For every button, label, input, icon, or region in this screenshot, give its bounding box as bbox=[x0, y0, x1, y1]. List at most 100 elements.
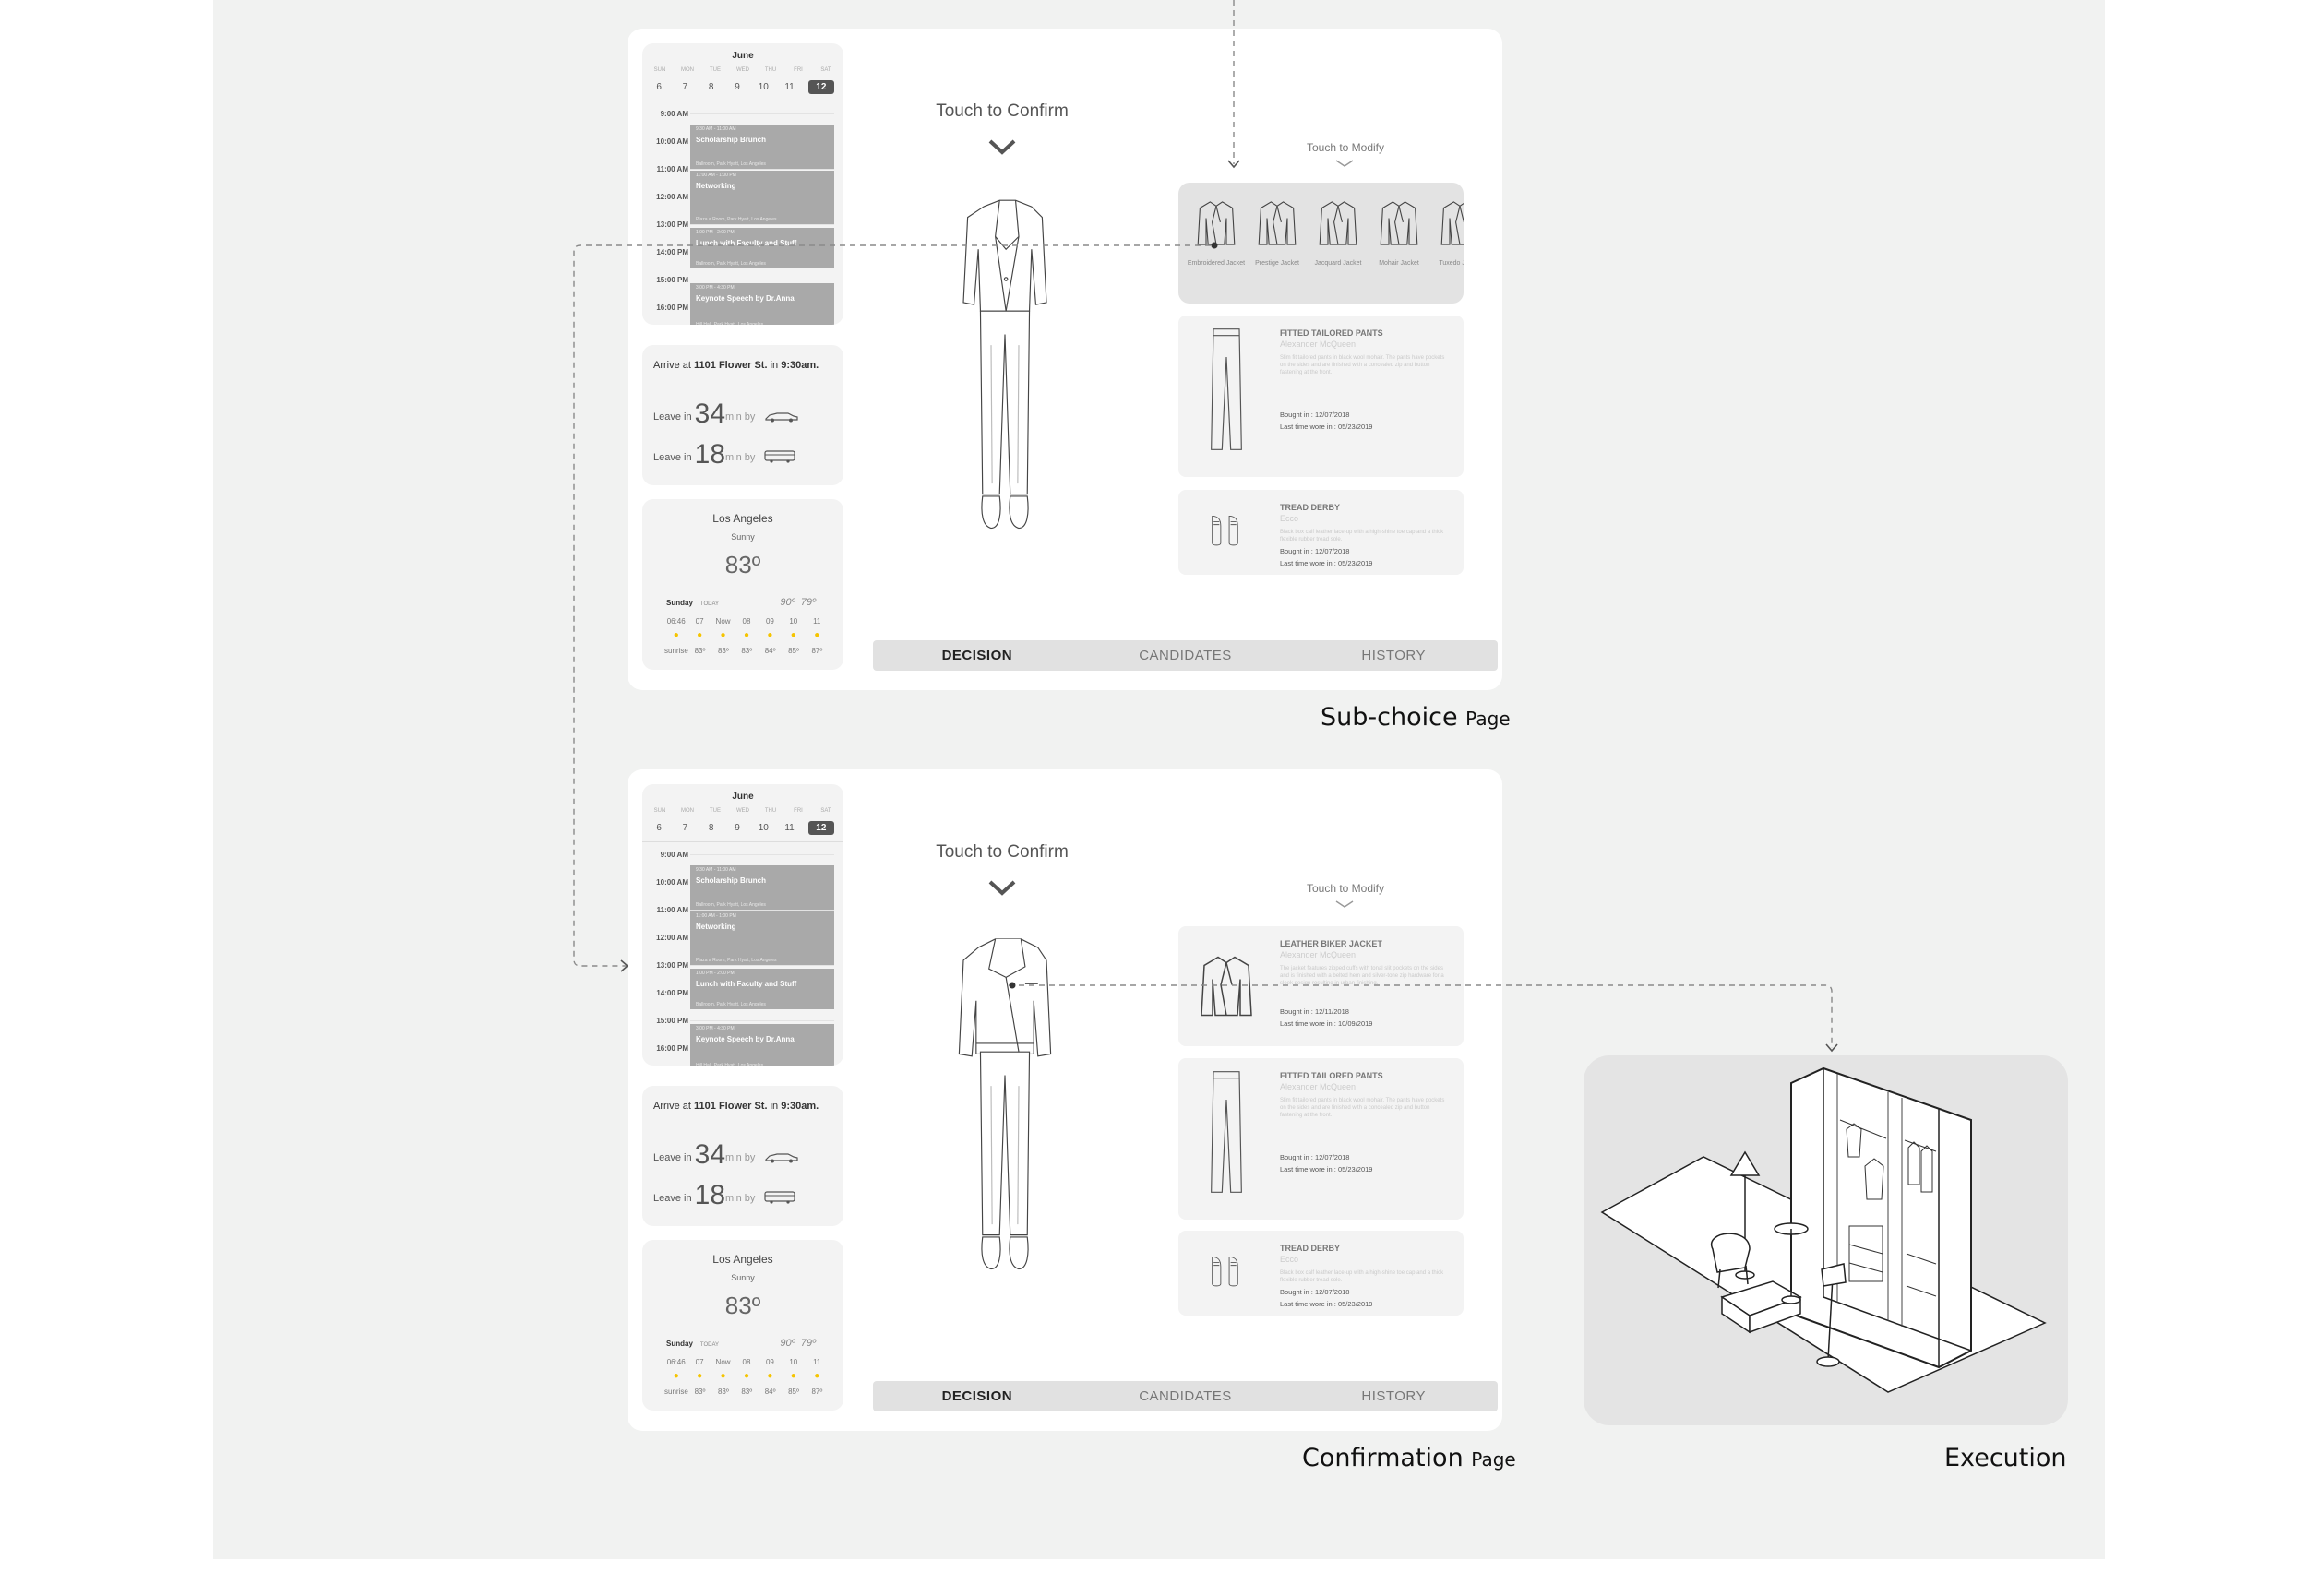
candidate-jacket[interactable]: Tuxedo Jacket bbox=[1429, 197, 1464, 268]
event-title: Networking bbox=[696, 182, 736, 190]
calendar-event[interactable]: 1:00 PM - 2:00 PM Lunch with Faculty and… bbox=[690, 969, 834, 1009]
weekday-label: MON bbox=[681, 808, 694, 814]
garment-card[interactable]: TREAD DERBY Ecco Black box calf leather … bbox=[1178, 1231, 1464, 1316]
time-label: 14:00 PM bbox=[656, 248, 688, 256]
tab-decision[interactable]: DECISION bbox=[873, 1388, 1082, 1404]
candidate-jacket[interactable]: Jacquard Jacket bbox=[1308, 197, 1369, 268]
weekday-label: THU bbox=[764, 67, 777, 73]
calendar-event[interactable]: 9:30 AM - 11:00 AM Scholarship Brunch Ba… bbox=[690, 125, 834, 169]
calendar-day[interactable]: 7 bbox=[672, 80, 698, 94]
weather-high-low: 90º 79º bbox=[780, 597, 816, 608]
time-label: 11:00 AM bbox=[656, 165, 688, 173]
calendar-day[interactable]: 6 bbox=[646, 821, 672, 835]
tab-decision[interactable]: DECISION bbox=[873, 648, 1082, 663]
candidate-jacket[interactable]: Mohair Jacket bbox=[1369, 197, 1429, 268]
weather-panel[interactable]: Los Angeles Sunny 83º Sunday TODAY 90º 79… bbox=[642, 1240, 843, 1411]
garment-title: FITTED TAILORED PANTS bbox=[1280, 328, 1383, 338]
time-gridline bbox=[690, 910, 834, 911]
event-time: 1:00 PM - 2:00 PM bbox=[696, 971, 735, 976]
garment-brand: Alexander McQueen bbox=[1280, 950, 1357, 959]
event-time: 9:30 AM - 11:00 AM bbox=[696, 126, 736, 132]
calendar-day[interactable]: 11 bbox=[776, 821, 802, 835]
calendar-event[interactable]: 3:00 PM - 4:30 PM Keynote Speech by Dr.A… bbox=[690, 283, 834, 325]
calendar-event[interactable]: 11:00 AM - 1:00 PM Networking Plaza a Ro… bbox=[690, 911, 834, 965]
calendar-day[interactable]: 8 bbox=[699, 821, 724, 835]
event-title: Lunch with Faculty and Stuff bbox=[696, 980, 797, 988]
calendar-day[interactable]: 11 bbox=[776, 80, 802, 94]
calendar-event[interactable]: 9:30 AM - 11:00 AM Scholarship Brunch Ba… bbox=[690, 865, 834, 910]
garment-card[interactable]: LEATHER BIKER JACKET Alexander McQueen T… bbox=[1178, 926, 1464, 1046]
touch-to-confirm-label: Touch to Confirm bbox=[936, 842, 1069, 862]
calendar-event[interactable]: 1:00 PM - 2:00 PM Lunch with Faculty and… bbox=[690, 228, 834, 268]
event-time: 11:00 AM - 1:00 PM bbox=[696, 173, 736, 178]
chevron-down-icon bbox=[988, 880, 1016, 896]
bought-date: Bought in : 12/07/2018 bbox=[1280, 547, 1350, 555]
sun-icon: ● bbox=[790, 1371, 796, 1381]
candidate-jacket[interactable]: Embroidered Jacket bbox=[1186, 197, 1247, 268]
suit-outfit-figure[interactable] bbox=[936, 185, 1074, 573]
commute-panel[interactable]: Arrive at 1101 Flower St. in 9:30am. Lea… bbox=[642, 345, 843, 485]
jacket-candidates-carousel[interactable]: Embroidered Jacket Prestige Jacket Jacquar… bbox=[1178, 183, 1464, 304]
time-label: 10:00 AM bbox=[656, 878, 688, 887]
calendar-event[interactable]: 3:00 PM - 4:30 PM Keynote Speech by Dr.A… bbox=[690, 1024, 834, 1066]
calendar-day[interactable]: 7 bbox=[672, 821, 698, 835]
arrival-info: Arrive at 1101 Flower St. in 9:30am. bbox=[653, 360, 819, 371]
forecast-hour: 10 bbox=[789, 1358, 798, 1366]
garment-card[interactable]: TREAD DERBY Ecco Black box calf leather … bbox=[1178, 490, 1464, 575]
time-label: 14:00 PM bbox=[656, 989, 688, 997]
bottom-tab-bar: DECISION CANDIDATES HISTORY bbox=[873, 1381, 1498, 1411]
forecast-temp: 83º bbox=[741, 1388, 753, 1396]
garment-description: The jacket features zipped cuffs with to… bbox=[1280, 966, 1444, 986]
calendar-day[interactable]: 6 bbox=[646, 80, 672, 94]
confirmation-screen: June SUN MON TUE WED THU FRI SAT 6 7 8 9 10 11 12 9:… bbox=[628, 769, 1502, 1431]
candidate-name: Mohair Jacket bbox=[1379, 260, 1419, 267]
last-worn-date: Last time wore in : 10/09/2019 bbox=[1280, 1019, 1373, 1028]
shoes-icon bbox=[1189, 508, 1263, 555]
calendar-event[interactable]: 11:00 AM - 1:00 PM Networking Plaza a Ro… bbox=[690, 171, 834, 224]
bought-date: Bought in : 12/07/2018 bbox=[1280, 1288, 1350, 1296]
time-label: 10:00 AM bbox=[656, 137, 688, 146]
forecast-hour: 11 bbox=[813, 1358, 821, 1366]
event-location: Hill Hall, Park Hyatt, Los Angeles bbox=[696, 1063, 764, 1066]
calendar-day[interactable]: 9 bbox=[724, 80, 750, 94]
tab-history[interactable]: HISTORY bbox=[1289, 648, 1498, 663]
forecast-hour: 10 bbox=[789, 617, 798, 625]
time-label: 9:00 AM bbox=[660, 110, 688, 118]
candidate-name: Embroidered Jacket bbox=[1187, 260, 1246, 267]
forecast-temp: 83º bbox=[694, 647, 706, 655]
garment-card[interactable]: FITTED TAILORED PANTS Alexander McQueen … bbox=[1178, 316, 1464, 477]
garment-brand: Alexander McQueen bbox=[1280, 339, 1357, 349]
weather-condition: Sunny bbox=[731, 532, 755, 542]
weather-temp: 83º bbox=[724, 551, 761, 578]
calendar-month: June bbox=[732, 51, 754, 61]
commute-panel[interactable]: Arrive at 1101 Flower St. in 9:30am. Lea… bbox=[642, 1086, 843, 1226]
bottom-tab-bar: DECISION CANDIDATES HISTORY bbox=[873, 640, 1498, 671]
leave-by-car: Leave in 34min by bbox=[653, 399, 799, 430]
car-icon bbox=[764, 411, 799, 425]
tab-candidates[interactable]: CANDIDATES bbox=[1082, 648, 1290, 663]
tab-history[interactable]: HISTORY bbox=[1289, 1388, 1498, 1404]
calendar-day[interactable]: 9 bbox=[724, 821, 750, 835]
event-title: Keynote Speech by Dr.Anna bbox=[696, 1035, 795, 1043]
candidate-jacket[interactable]: Prestige Jacket bbox=[1247, 197, 1308, 268]
event-title: Keynote Speech by Dr.Anna bbox=[696, 294, 795, 303]
calendar-day[interactable]: 10 bbox=[750, 80, 776, 94]
event-location: Ballroom, Park Hyatt, Los Angeles bbox=[696, 902, 766, 908]
sun-icon: ● bbox=[720, 1371, 726, 1381]
biker-outfit-figure[interactable] bbox=[936, 926, 1074, 1314]
calendar-day[interactable]: 8 bbox=[699, 80, 724, 94]
calendar-day[interactable]: 12 bbox=[807, 821, 834, 835]
calendar-day[interactable]: 12 bbox=[807, 80, 834, 94]
calendar-day[interactable]: 10 bbox=[750, 821, 776, 835]
tab-candidates[interactable]: CANDIDATES bbox=[1082, 1388, 1290, 1404]
event-title: Scholarship Brunch bbox=[696, 136, 767, 144]
forecast-hour: 08 bbox=[742, 617, 751, 625]
forecast-temp: 87º bbox=[811, 647, 823, 655]
sun-icon: ● bbox=[697, 1371, 703, 1381]
time-label: 15:00 PM bbox=[656, 1017, 688, 1025]
time-label: 16:00 PM bbox=[656, 304, 688, 312]
time-gridline bbox=[690, 169, 834, 170]
weather-panel[interactable]: Los Angeles Sunny 83º Sunday TODAY 90º 79… bbox=[642, 499, 843, 670]
forecast-hour: 09 bbox=[765, 1358, 774, 1366]
garment-card[interactable]: FITTED TAILORED PANTS Alexander McQueen … bbox=[1178, 1058, 1464, 1220]
